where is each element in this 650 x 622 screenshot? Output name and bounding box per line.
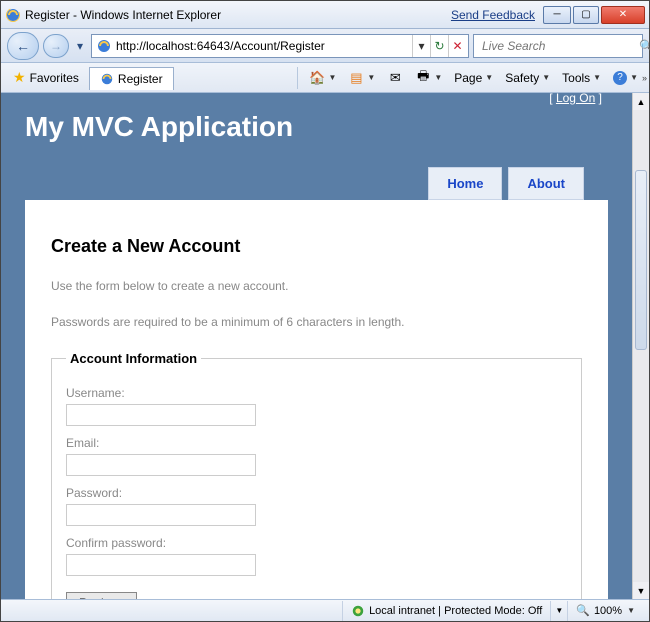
safety-menu[interactable]: Safety▼ (500, 68, 555, 88)
scroll-track[interactable] (633, 110, 649, 582)
page-menu-label: Page (454, 71, 482, 85)
page-ie-icon (96, 38, 112, 54)
window-titlebar: Register - Windows Internet Explorer Sen… (1, 1, 649, 29)
logon-bracket-open: [ (549, 93, 556, 105)
zoom-icon: 🔍 (576, 604, 590, 617)
scroll-up-button[interactable]: ▲ (633, 93, 649, 110)
email-label: Email: (66, 436, 567, 450)
search-box: 🔍 (473, 34, 643, 58)
navigation-bar: ← → ▾ ▾ ↻ ✕ 🔍 (1, 29, 649, 63)
nav-about[interactable]: About (508, 167, 584, 200)
back-button[interactable]: ← (7, 32, 39, 60)
stop-icon: ✕ (452, 39, 462, 53)
close-button[interactable]: ✕ (601, 6, 645, 24)
vertical-scrollbar[interactable]: ▲ ▼ (632, 93, 649, 599)
send-feedback-link[interactable]: Send Feedback (451, 8, 535, 22)
confirm-password-input[interactable] (66, 554, 256, 576)
page-heading: Create a New Account (51, 236, 582, 257)
log-on-link[interactable]: Log On (556, 93, 595, 105)
username-input[interactable] (66, 404, 256, 426)
favorites-button[interactable]: ★ Favorites (7, 67, 85, 88)
password-note: Passwords are required to be a minimum o… (51, 315, 582, 329)
home-button[interactable]: 🏠▼ (304, 67, 341, 89)
page-menu[interactable]: Page▼ (449, 68, 498, 88)
chevron-down-icon: ▼ (627, 606, 635, 615)
tools-menu-label: Tools (562, 71, 590, 85)
nav-home[interactable]: Home (428, 167, 502, 200)
protected-mode-toggle[interactable]: ▼ (550, 601, 567, 621)
address-dropdown[interactable]: ▾ (412, 35, 430, 57)
stop-button[interactable]: ✕ (448, 35, 466, 57)
register-button[interactable]: Register (66, 592, 137, 599)
viewport: [ Log On ] My MVC Application Home About… (1, 93, 649, 599)
star-icon: ★ (13, 69, 26, 86)
zone-icon (351, 604, 365, 618)
tab-label: Register (118, 72, 163, 86)
command-bar: ★ Favorites Register 🏠▼ ▤▼ ✉ 🖶▼ Page▼ Sa… (1, 63, 649, 93)
tab-ie-icon (100, 72, 114, 86)
main-content: Create a New Account Use the form below … (25, 200, 608, 599)
print-icon: 🖶 (415, 70, 431, 86)
ie-icon (5, 7, 21, 23)
logon-area: [ Log On ] (549, 93, 602, 105)
zoom-level: 100% (594, 605, 622, 617)
tools-menu[interactable]: Tools▼ (557, 68, 606, 88)
window-title: Register - Windows Internet Explorer (25, 8, 221, 22)
mail-icon: ✉ (387, 70, 403, 86)
arrow-right-icon: → (50, 39, 62, 53)
help-icon: ? (613, 71, 627, 85)
read-mail-button[interactable]: ✉ (382, 67, 408, 89)
fieldset-legend: Account Information (66, 351, 201, 366)
help-button[interactable]: ?▼ (608, 68, 643, 88)
zone-text: Local intranet | Protected Mode: Off (369, 605, 542, 617)
password-input[interactable] (66, 504, 256, 526)
zoom-control[interactable]: 🔍 100% ▼ (567, 601, 643, 621)
print-button[interactable]: 🖶▼ (410, 67, 447, 89)
status-bar: Local intranet | Protected Mode: Off ▼ 🔍… (1, 599, 649, 621)
page-content: [ Log On ] My MVC Application Home About… (1, 93, 632, 599)
window-buttons: ─ ▢ ✕ (543, 6, 645, 24)
intro-text: Use the form below to create a new accou… (51, 279, 582, 293)
password-label: Password: (66, 486, 567, 500)
minimize-button[interactable]: ─ (543, 6, 571, 24)
favorites-label: Favorites (30, 71, 79, 85)
refresh-icon: ↻ (434, 39, 444, 53)
toolbar-overflow-icon[interactable]: » (642, 73, 647, 83)
search-button-icon[interactable]: 🔍 (639, 39, 650, 53)
arrow-left-icon: ← (16, 38, 30, 54)
forward-button[interactable]: → (43, 34, 69, 58)
address-bar: ▾ ↻ ✕ (91, 34, 469, 58)
confirm-label: Confirm password: (66, 536, 567, 550)
safety-menu-label: Safety (505, 71, 539, 85)
scroll-thumb[interactable] (635, 170, 647, 350)
main-nav: Home About (25, 167, 608, 200)
scroll-down-button[interactable]: ▼ (633, 582, 649, 599)
url-input[interactable] (114, 36, 412, 56)
recent-pages-dropdown[interactable]: ▾ (73, 32, 87, 60)
maximize-button[interactable]: ▢ (573, 6, 599, 24)
chevron-down-icon: ▼ (555, 606, 563, 615)
email-input[interactable] (66, 454, 256, 476)
feeds-button[interactable]: ▤▼ (343, 67, 380, 89)
home-icon: 🏠 (309, 70, 325, 86)
site-title: My MVC Application (25, 111, 608, 143)
search-input[interactable] (482, 36, 639, 56)
username-label: Username: (66, 386, 567, 400)
rss-icon: ▤ (348, 70, 364, 86)
logon-bracket-close: ] (595, 93, 602, 105)
security-zone[interactable]: Local intranet | Protected Mode: Off (342, 601, 550, 621)
browser-tab[interactable]: Register (89, 67, 174, 90)
account-fieldset: Account Information Username: Email: Pas… (51, 351, 582, 599)
separator (297, 67, 298, 89)
refresh-button[interactable]: ↻ (430, 35, 448, 57)
